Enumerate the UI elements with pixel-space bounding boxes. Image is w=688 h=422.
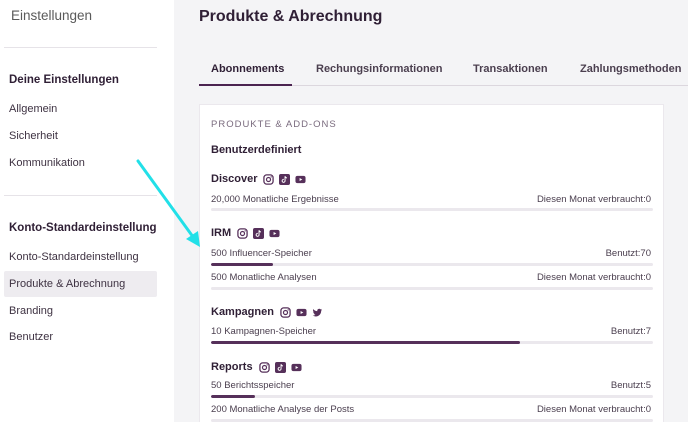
- sidebar-item-branding[interactable]: Branding: [4, 298, 157, 324]
- tiktok-icon: [279, 173, 291, 185]
- product-name: Discover: [211, 173, 258, 185]
- tab-abonnements[interactable]: Abonnements: [211, 63, 284, 75]
- row-label: 10 Kampagnen-Speicher: [211, 326, 317, 337]
- progress-bar: [211, 287, 653, 290]
- progress-bar: [211, 395, 653, 398]
- twitter-icon: [312, 307, 323, 318]
- product-name: Reports: [211, 361, 253, 373]
- sidebar-heading-personal: Deine Einstellungen: [9, 74, 119, 86]
- page-title: Produkte & Abrechnung: [199, 8, 383, 25]
- row-status: Diesen Monat verbraucht:0: [536, 194, 651, 205]
- product-name: IRM: [211, 227, 232, 239]
- product-name: Kampagnen: [211, 306, 274, 318]
- product-discover: Discover: [211, 173, 311, 185]
- progress-bar: [211, 341, 653, 344]
- tab-zahlungsmethoden[interactable]: Zahlungsmethoden: [580, 63, 681, 75]
- row-status: Diesen Monat verbraucht:0: [536, 404, 651, 415]
- row-status: Benutzt:70: [605, 248, 651, 259]
- row-label: 200 Monatliche Analyse der Posts: [211, 404, 355, 415]
- card-subtitle: PRODUKTE & ADD-ONS: [211, 119, 337, 130]
- sidebar-item-benutzer[interactable]: Benutzer: [4, 324, 157, 350]
- product-irm: IRM: [211, 227, 285, 239]
- row-status: Diesen Monat verbraucht:0: [536, 272, 651, 283]
- tab-rechungsinformationen[interactable]: Rechungsinformationen: [316, 63, 443, 75]
- product-kampagnen: Kampagnen: [211, 306, 328, 318]
- progress-fill: [211, 395, 256, 398]
- sidebar-item-sicherheit[interactable]: Sicherheit: [4, 123, 157, 149]
- sidebar-title: Einstellungen: [11, 8, 93, 23]
- youtube-icon: [291, 362, 302, 373]
- sidebar-item-allgemein[interactable]: Allgemein: [4, 96, 157, 122]
- progress-bar: [211, 263, 653, 266]
- youtube-icon: [296, 307, 307, 318]
- row-status: Benutzt:5: [610, 380, 651, 391]
- sidebar-item-produkte-abrechnung[interactable]: Produkte & Abrechnung: [4, 271, 157, 297]
- instagram-icon: [280, 306, 291, 318]
- tiktok-icon: [274, 361, 286, 373]
- tab-bar: Abonnements Rechungsinformationen Transa…: [199, 55, 688, 86]
- row-label: 500 Influencer-Speicher: [211, 248, 312, 259]
- progress-fill: [211, 341, 521, 344]
- tiktok-icon: [253, 227, 265, 239]
- row-status: Benutzt:7: [610, 326, 651, 337]
- instagram-icon: [263, 173, 275, 185]
- products-card: PRODUKTE & ADD-ONS Benutzerdefiniert Dis…: [199, 104, 664, 422]
- youtube-icon: [269, 228, 280, 239]
- product-reports: Reports: [211, 361, 307, 373]
- progress-bar: [211, 208, 653, 211]
- tab-transaktionen[interactable]: Transaktionen: [473, 63, 548, 75]
- annotation-arrow: [136, 159, 200, 247]
- card-heading: Benutzerdefiniert: [211, 144, 302, 156]
- active-tab-indicator: [199, 84, 292, 86]
- instagram-icon: [258, 361, 270, 373]
- row-label: 500 Monatliche Analysen: [211, 272, 317, 283]
- sidebar-divider: [4, 47, 157, 48]
- progress-fill: [211, 263, 273, 266]
- row-label: 20,000 Monatliche Ergebnisse: [211, 194, 339, 205]
- row-label: 50 Berichtsspeicher: [211, 380, 295, 391]
- youtube-icon: [295, 174, 307, 185]
- instagram-icon: [237, 227, 248, 239]
